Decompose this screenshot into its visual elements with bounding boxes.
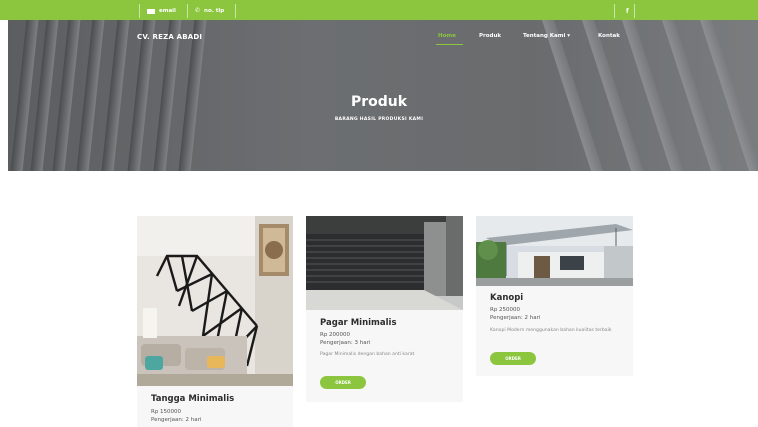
envelope-icon bbox=[147, 8, 155, 14]
product-work-time: Pengerjaan: 2 hari bbox=[490, 315, 541, 321]
product-price: Rp 200000 bbox=[320, 332, 351, 338]
email-label: email bbox=[159, 8, 176, 14]
divider bbox=[634, 4, 635, 18]
brand-logo[interactable]: CV. REZA ABADI bbox=[137, 33, 202, 41]
phone-label: no. tlp bbox=[204, 8, 225, 14]
product-image-pagar bbox=[306, 216, 463, 310]
active-indicator bbox=[436, 44, 463, 45]
page-title: Produk bbox=[350, 94, 408, 110]
nav-kontak[interactable]: Kontak bbox=[598, 33, 620, 39]
product-description: Kanopi Modern menggunakan bahan kualitas… bbox=[490, 328, 612, 333]
product-image-tangga bbox=[137, 216, 293, 386]
nav-tentang-kami[interactable]: Tentang Kami ▾ bbox=[523, 33, 570, 39]
phone-link[interactable]: ✆ no. tlp bbox=[189, 4, 230, 18]
product-work-time: Pengerjaan: 2 hari bbox=[151, 417, 202, 423]
divider bbox=[187, 4, 188, 18]
product-card-tangga[interactable]: Tangga Minimalis Rp 150000 Pengerjaan: 2… bbox=[137, 216, 293, 427]
product-description: Pagar Minimalis dengan bahan anti karat bbox=[320, 352, 415, 357]
nav-produk[interactable]: Produk bbox=[479, 33, 501, 39]
page-subtitle: BARANG HASIL PRODUKSI KAMI bbox=[334, 117, 424, 122]
product-title: Pagar Minimalis bbox=[320, 318, 397, 328]
order-button[interactable]: ORDER bbox=[320, 376, 366, 389]
product-price: Rp 150000 bbox=[151, 409, 182, 415]
phone-icon: ✆ bbox=[195, 7, 201, 14]
product-title: Kanopi bbox=[490, 293, 524, 303]
product-card-kanopi[interactable]: Kanopi Rp 250000 Pengerjaan: 2 hari Kano… bbox=[476, 216, 633, 376]
product-image-kanopi bbox=[476, 216, 633, 286]
email-link[interactable]: email bbox=[141, 4, 182, 18]
product-price: Rp 250000 bbox=[490, 307, 521, 313]
product-title: Tangga Minimalis bbox=[151, 394, 235, 404]
top-bar: email ✆ no. tlp f bbox=[0, 0, 758, 20]
facebook-icon[interactable]: f bbox=[620, 4, 635, 18]
order-button[interactable]: ORDER bbox=[490, 352, 536, 365]
product-card-pagar[interactable]: Pagar Minimalis Rp 200000 Pengerjaan: 3 … bbox=[306, 216, 463, 402]
nav-home[interactable]: Home bbox=[438, 33, 456, 39]
divider bbox=[139, 4, 140, 18]
product-work-time: Pengerjaan: 3 hari bbox=[320, 340, 371, 346]
divider bbox=[235, 4, 236, 18]
divider bbox=[614, 4, 615, 18]
